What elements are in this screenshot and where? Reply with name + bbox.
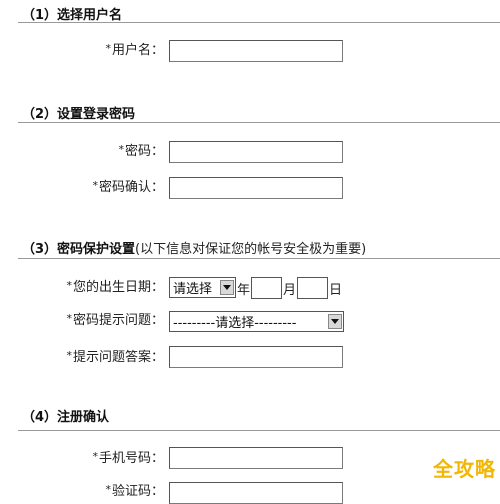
code-input[interactable] — [169, 482, 343, 504]
phone-label: *手机号码： — [92, 450, 164, 467]
chevron-down-icon[interactable] — [328, 314, 342, 329]
code-label: *验证码： — [105, 483, 164, 500]
password-label: *密码： — [118, 143, 164, 160]
question-label: *密码提示问题： — [66, 312, 164, 329]
watermark-logo: 全攻略 — [433, 457, 496, 481]
question-value: ---------请选择--------- — [173, 316, 297, 331]
birthday-label: *您的出生日期： — [66, 279, 164, 296]
password-confirm-label: *密码确认： — [92, 179, 164, 196]
answer-input[interactable] — [169, 346, 343, 368]
phone-label-text: 手机号码： — [98, 451, 164, 466]
section-divider — [18, 430, 500, 431]
section-title-protect-text: （3）密码保护设置 — [22, 242, 136, 257]
required-mark: * — [105, 42, 111, 55]
section-note: (以下信息对保证您的帐号安全极为重要) — [135, 242, 367, 257]
section-title-protect: （3）密码保护设置(以下信息对保证您的帐号安全极为重要) — [22, 238, 366, 257]
birthday-label-text: 您的出生日期： — [72, 280, 164, 295]
question-label-text: 密码提示问题： — [72, 313, 164, 328]
password-confirm-input[interactable] — [169, 177, 343, 199]
required-mark: * — [66, 279, 72, 292]
section-title-password: （2）设置登录密码 — [22, 107, 136, 122]
section-divider — [18, 122, 500, 123]
birth-month-input[interactable] — [251, 277, 282, 299]
section-divider — [18, 22, 500, 23]
required-mark: * — [66, 312, 72, 325]
answer-label-text: 提示问题答案： — [72, 350, 164, 365]
day-unit: 日 — [329, 283, 343, 298]
required-mark: * — [118, 143, 124, 156]
required-mark: * — [92, 179, 98, 192]
answer-label: *提示问题答案： — [66, 349, 164, 366]
username-label-text: 用户名： — [111, 43, 164, 58]
section-title-username: （1）选择用户名 — [22, 8, 123, 23]
section-title-confirm: （4）注册确认 — [22, 410, 110, 425]
month-unit: 月 — [283, 283, 297, 298]
required-mark: * — [92, 450, 98, 463]
required-mark: * — [66, 349, 72, 362]
chevron-down-icon[interactable] — [220, 280, 234, 295]
birth-day-input[interactable] — [297, 277, 328, 299]
section-divider — [18, 258, 500, 259]
password-input[interactable] — [169, 141, 343, 163]
question-select[interactable]: ---------请选择--------- — [169, 311, 344, 332]
birth-year-value: 请选择 — [173, 282, 213, 297]
username-label: *用户名： — [105, 42, 164, 59]
birth-year-select[interactable]: 请选择 — [169, 277, 236, 298]
password-confirm-label-text: 密码确认： — [98, 180, 164, 195]
phone-input[interactable] — [169, 447, 343, 469]
password-label-text: 密码： — [124, 144, 164, 159]
year-unit: 年 — [237, 283, 251, 298]
username-input[interactable] — [169, 40, 343, 62]
code-label-text: 验证码： — [111, 484, 164, 499]
